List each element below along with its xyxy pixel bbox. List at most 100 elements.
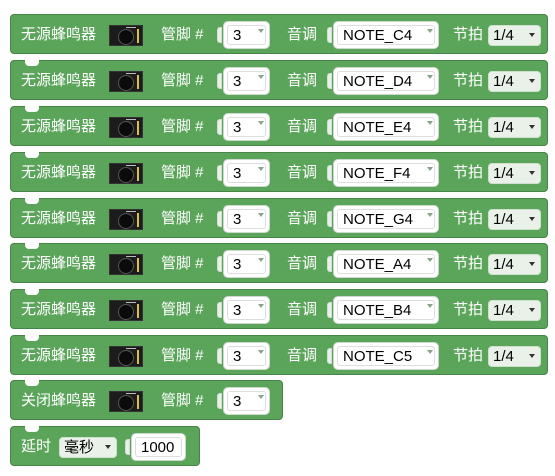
- pin-field[interactable]: 3: [223, 342, 270, 370]
- pin-field[interactable]: 3: [223, 159, 270, 187]
- chevron-down-icon[interactable]: [258, 395, 264, 399]
- tone-label: 音调: [287, 210, 318, 227]
- chevron-down-icon[interactable]: [427, 167, 433, 171]
- note-field[interactable]: NOTE_E4: [333, 113, 439, 141]
- chevron-down-icon[interactable]: [258, 350, 264, 354]
- buzzer-block-8[interactable]: 无源蜂鸣器 管脚 # 3 音调 NOTE_C5 节拍 1/4: [10, 335, 548, 375]
- beat-dropdown[interactable]: 1/4: [488, 71, 541, 92]
- close-buzzer-block[interactable]: 关闭蜂鸣器 管脚 # 3: [10, 380, 283, 420]
- beat-dropdown[interactable]: 1/4: [488, 300, 541, 321]
- chevron-down-icon[interactable]: [258, 258, 264, 262]
- buzzer-block-5[interactable]: 无源蜂鸣器 管脚 # 3 音调 NOTE_G4 节拍 1/4: [10, 198, 548, 238]
- chevron-down-icon[interactable]: [427, 121, 433, 125]
- chevron-down-icon[interactable]: [427, 304, 433, 308]
- buzzer-block-6[interactable]: 无源蜂鸣器 管脚 # 3 音调 NOTE_A4 节拍 1/4: [10, 243, 548, 283]
- chevron-down-icon[interactable]: [427, 29, 433, 33]
- note-value[interactable]: NOTE_F4: [337, 163, 435, 183]
- note-value[interactable]: NOTE_B4: [337, 300, 435, 320]
- chevron-down-icon[interactable]: [258, 304, 264, 308]
- beat-value[interactable]: 1/4: [493, 256, 514, 273]
- note-field[interactable]: NOTE_D4: [333, 67, 439, 95]
- chevron-down-icon[interactable]: [258, 29, 264, 33]
- note-field[interactable]: NOTE_B4: [333, 296, 439, 324]
- buzzer-block-label: 无源蜂鸣器: [21, 301, 97, 318]
- beat-value[interactable]: 1/4: [493, 27, 514, 44]
- chevron-down-icon[interactable]: [529, 79, 535, 83]
- chevron-down-icon[interactable]: [529, 33, 535, 37]
- pin-field[interactable]: 3: [223, 250, 270, 278]
- beat-dropdown[interactable]: 1/4: [488, 209, 541, 230]
- chevron-down-icon[interactable]: [258, 167, 264, 171]
- pin-value[interactable]: 3: [227, 300, 266, 320]
- chevron-down-icon[interactable]: [427, 258, 433, 262]
- pin-value[interactable]: 3: [227, 71, 266, 91]
- delay-value-field[interactable]: 1000: [131, 433, 186, 461]
- pin-field[interactable]: 3: [223, 21, 270, 49]
- pin-field[interactable]: 3: [223, 387, 270, 415]
- note-field[interactable]: NOTE_C5: [333, 342, 439, 370]
- delay-value[interactable]: 1000: [135, 437, 182, 457]
- note-value[interactable]: NOTE_C5: [337, 346, 435, 366]
- chevron-down-icon[interactable]: [105, 445, 111, 449]
- pin-value[interactable]: 3: [227, 209, 266, 229]
- chevron-down-icon[interactable]: [258, 75, 264, 79]
- pin-field[interactable]: 3: [223, 296, 270, 324]
- beat-value[interactable]: 1/4: [493, 119, 514, 136]
- chevron-down-icon[interactable]: [529, 354, 535, 358]
- beat-dropdown[interactable]: 1/4: [488, 25, 541, 46]
- note-field[interactable]: NOTE_C4: [333, 21, 439, 49]
- beat-dropdown[interactable]: 1/4: [488, 117, 541, 138]
- beat-dropdown[interactable]: 1/4: [488, 346, 541, 367]
- buzzer-block-label: 无源蜂鸣器: [21, 347, 97, 364]
- chevron-down-icon[interactable]: [529, 262, 535, 266]
- pin-value[interactable]: 3: [227, 25, 266, 45]
- chevron-down-icon[interactable]: [427, 75, 433, 79]
- buzzer-block-7[interactable]: 无源蜂鸣器 管脚 # 3 音调 NOTE_B4 节拍 1/4: [10, 289, 548, 329]
- input-notch: [327, 119, 332, 135]
- note-value[interactable]: NOTE_G4: [337, 209, 435, 229]
- pin-value[interactable]: 3: [227, 391, 266, 411]
- delay-block[interactable]: 延时 毫秒 1000: [10, 426, 200, 466]
- chevron-down-icon[interactable]: [258, 121, 264, 125]
- chevron-down-icon[interactable]: [427, 350, 433, 354]
- beat-value[interactable]: 1/4: [493, 211, 514, 228]
- buzzer-block-1[interactable]: 无源蜂鸣器 管脚 # 3 音调 NOTE_C4 节拍 1/4: [10, 14, 548, 54]
- chevron-down-icon[interactable]: [529, 308, 535, 312]
- beat-value[interactable]: 1/4: [493, 165, 514, 182]
- delay-unit-dropdown[interactable]: 毫秒: [59, 437, 117, 458]
- tone-label: 音调: [287, 118, 318, 135]
- beat-dropdown[interactable]: 1/4: [488, 163, 541, 184]
- input-notch: [217, 211, 222, 227]
- buzzer-block-label: 无源蜂鸣器: [21, 72, 97, 89]
- block-notch: [25, 426, 39, 432]
- note-field[interactable]: NOTE_F4: [333, 159, 439, 187]
- pin-value[interactable]: 3: [227, 346, 266, 366]
- delay-label: 延时: [21, 438, 52, 455]
- pin-field[interactable]: 3: [223, 205, 270, 233]
- beat-dropdown[interactable]: 1/4: [488, 254, 541, 275]
- note-field[interactable]: NOTE_G4: [333, 205, 439, 233]
- buzzer-module-icon: [109, 25, 143, 46]
- note-value[interactable]: NOTE_C4: [337, 25, 435, 45]
- delay-unit-value[interactable]: 毫秒: [64, 439, 94, 456]
- buzzer-block-2[interactable]: 无源蜂鸣器 管脚 # 3 音调 NOTE_D4 节拍 1/4: [10, 60, 548, 100]
- note-value[interactable]: NOTE_E4: [337, 117, 435, 137]
- chevron-down-icon[interactable]: [529, 217, 535, 221]
- pin-value[interactable]: 3: [227, 117, 266, 137]
- buzzer-block-4[interactable]: 无源蜂鸣器 管脚 # 3 音调 NOTE_F4 节拍 1/4: [10, 152, 548, 192]
- pin-value[interactable]: 3: [227, 163, 266, 183]
- chevron-down-icon[interactable]: [529, 171, 535, 175]
- pin-field[interactable]: 3: [223, 67, 270, 95]
- pin-field[interactable]: 3: [223, 113, 270, 141]
- chevron-down-icon[interactable]: [529, 125, 535, 129]
- buzzer-block-3[interactable]: 无源蜂鸣器 管脚 # 3 音调 NOTE_E4 节拍 1/4: [10, 106, 548, 146]
- beat-value[interactable]: 1/4: [493, 302, 514, 319]
- pin-value[interactable]: 3: [227, 254, 266, 274]
- beat-value[interactable]: 1/4: [493, 73, 514, 90]
- note-field[interactable]: NOTE_A4: [333, 250, 439, 278]
- beat-value[interactable]: 1/4: [493, 348, 514, 365]
- note-value[interactable]: NOTE_A4: [337, 254, 435, 274]
- note-value[interactable]: NOTE_D4: [337, 71, 435, 91]
- chevron-down-icon[interactable]: [427, 213, 433, 217]
- chevron-down-icon[interactable]: [258, 213, 264, 217]
